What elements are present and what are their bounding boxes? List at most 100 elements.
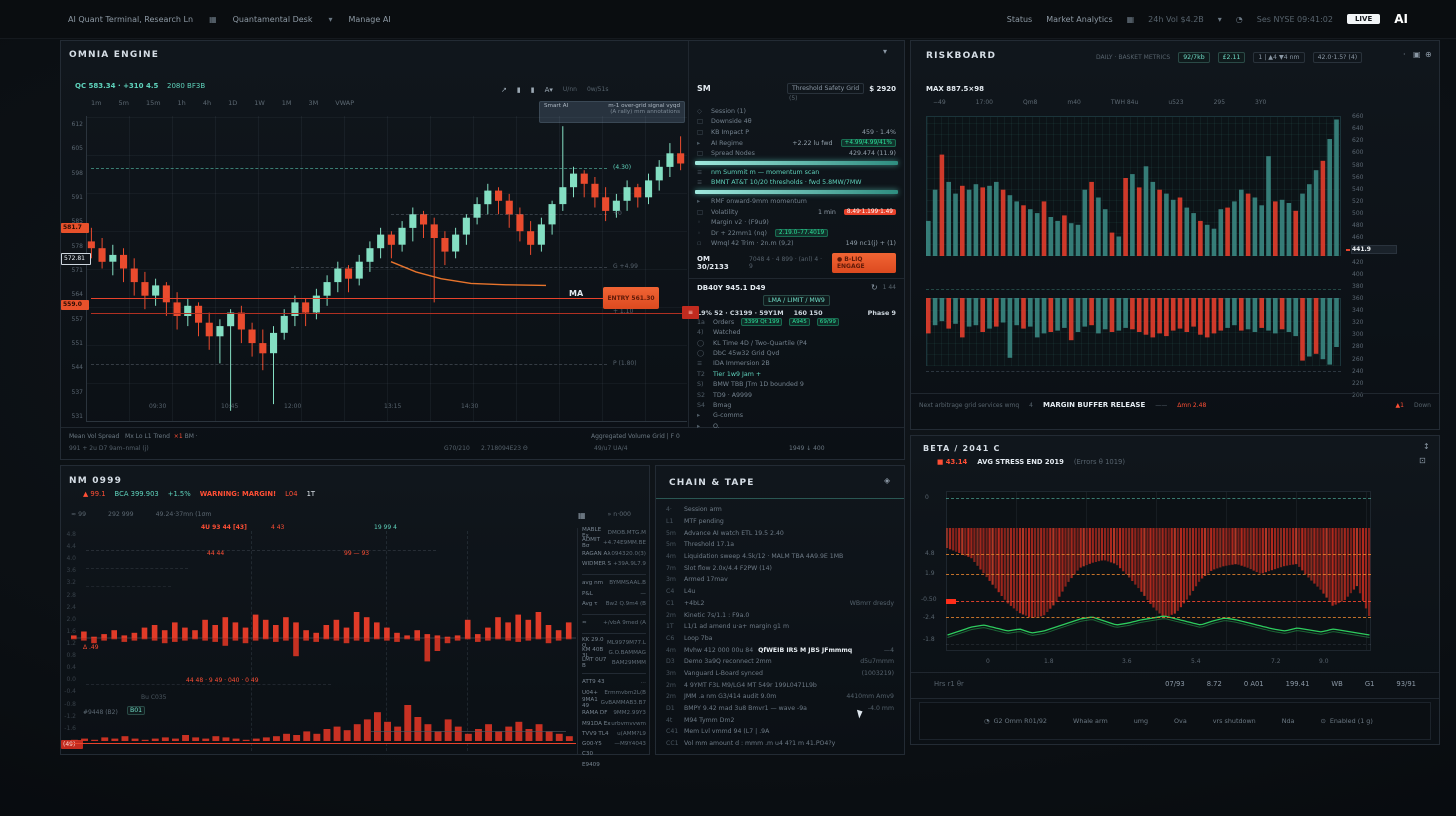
log-row[interactable]: 1T L1/1 ad amend u·a+ margin g1 m: [666, 621, 894, 633]
tool-stat[interactable]: ≈ 99: [71, 511, 86, 520]
log-row[interactable]: 5m Threshold 17.1a: [666, 539, 894, 551]
order-row[interactable]: [695, 190, 898, 194]
status-item[interactable]: Nda: [1282, 717, 1295, 725]
log-row[interactable]: 7m Slot flow 2.0x/4.4 F2PW (14): [666, 562, 894, 574]
column-tab[interactable]: 17:00: [976, 99, 993, 106]
log-row[interactable]: 2m JMM .a nm G3/414 audit 9.0m 4410mm Am…: [666, 691, 894, 703]
entry-order-button[interactable]: ENTRY 561.30: [603, 287, 659, 309]
order-row[interactable]: ◇ Session (1): [689, 106, 904, 117]
zoom-stat[interactable]: » n·000: [608, 511, 631, 520]
position-row[interactable]: ▸ O.: [689, 421, 904, 431]
status-item[interactable]: ◔ G2 Omm R01/92: [984, 717, 1047, 725]
timeframe-button[interactable]: 4h: [203, 99, 211, 107]
calendar-icon[interactable]: ▦: [578, 511, 586, 520]
position-row[interactable]: ≡ IDA Immersion 2B: [689, 359, 904, 369]
status-item[interactable]: Ova: [1174, 717, 1187, 725]
order-row[interactable]: ≡ nm Summit m — momentum scan: [689, 167, 904, 178]
log-row[interactable]: 3m Armed 17mav: [666, 574, 894, 586]
log-row[interactable]: CC1 Vol mm amount d : mmm .m u4 4?1 m 41…: [666, 738, 894, 750]
timeframe-button[interactable]: 1M: [282, 99, 292, 107]
menu-item-terminal[interactable]: AI Quant Terminal, Research Ln: [68, 15, 193, 24]
position-row[interactable]: S4 Bmag: [689, 400, 904, 410]
position-row[interactable]: S) BMW TBB JTm 1D bounded 9: [689, 379, 904, 389]
threshold-button[interactable]: Threshold Safety Grid: [787, 83, 864, 94]
position-row[interactable]: T2 Tier 1w9 Jam +: [689, 369, 904, 379]
column-tab[interactable]: 3Y0: [1255, 99, 1266, 106]
log-row[interactable]: C1 +4bL2 WBmrr dresdy: [666, 598, 894, 610]
order-row[interactable]: ▸ AI Regime +2.22 lu fwd +4.99/4.99/41%: [689, 138, 904, 149]
timeframe-button[interactable]: 1W: [254, 99, 265, 107]
log-row[interactable]: 2m 4 9YMT F3L M9/LG4 MT 549r 199L0471L9b: [666, 679, 894, 691]
status-item[interactable]: umg: [1134, 717, 1148, 725]
dot-icon[interactable]: ·: [1403, 50, 1406, 59]
log-row[interactable]: 4m Mvhw 412 000 00u 84 QfWEIB IRS M JBS …: [666, 644, 894, 656]
refresh-icon[interactable]: ↻: [871, 283, 878, 292]
order-row[interactable]: ◦ Margin v2 · (F9u9): [689, 217, 904, 228]
order-row[interactable]: ▫ Wmql 42 Trim · 2n.m (9,2) 149 nc1(j) +…: [689, 239, 904, 250]
sell-box[interactable]: 92/7kb: [1178, 52, 1209, 63]
order-row[interactable]: □ Volatility 1 min 8.49·1.199·1.49: [689, 207, 904, 218]
signal-box[interactable]: 1 | ▲4 ▼4 nm: [1253, 52, 1304, 63]
chevron-down-icon[interactable]: ▾: [1218, 15, 1222, 24]
position-row[interactable]: 1a Orders 3399 Qt 199 A945 69/99: [689, 317, 904, 327]
log-row[interactable]: L1 MTF pending: [666, 516, 894, 528]
column-tab[interactable]: TWH 84u: [1111, 99, 1138, 106]
timeframe-button[interactable]: 3M: [309, 99, 319, 107]
status-item[interactable]: Whale arm: [1073, 717, 1108, 725]
collapse-icon[interactable]: ▾: [883, 47, 887, 56]
column-tab[interactable]: 295: [1214, 99, 1225, 106]
order-row[interactable]: [695, 161, 898, 165]
tool-stat[interactable]: 49.24·37mn (1σm: [156, 511, 212, 520]
log-row[interactable]: C6 Loop 7ba: [666, 633, 894, 645]
analytics-link[interactable]: Market Analytics: [1046, 15, 1112, 24]
timeframe-button[interactable]: 1m: [91, 99, 101, 107]
status-item[interactable]: ⊙ Enabled (1 g): [1320, 717, 1372, 725]
draw-icon[interactable]: ↗: [501, 86, 507, 94]
timeframe-button[interactable]: 5m: [118, 99, 128, 107]
position-row[interactable]: S2 TD9 · A9999: [689, 390, 904, 400]
apps-icon[interactable]: ▦: [209, 15, 217, 24]
timeframe-button[interactable]: 1D: [228, 99, 237, 107]
position-row[interactable]: ◯ KL Time 4D / Two-Quartile (P4: [689, 338, 904, 348]
log-row[interactable]: 2m Kinetic 7s/1.1 : F9a.0: [666, 609, 894, 621]
mode-pill[interactable]: LMA / LIMIT / MW9: [763, 295, 830, 306]
expand-icon[interactable]: ⊡: [1419, 456, 1426, 465]
log-row[interactable]: 5m Advance AI watch ETL 19.5 2.40: [666, 527, 894, 539]
range-box[interactable]: 42.0·1.5? (4): [1313, 52, 1363, 63]
status-link[interactable]: Status: [1007, 15, 1033, 24]
timeframe-button[interactable]: 1h: [178, 99, 186, 107]
position-row[interactable]: ◯ DbC 45w32 Grid Qvd: [689, 348, 904, 358]
bars-icon[interactable]: ▮: [517, 86, 521, 94]
buy-box[interactable]: £2.11: [1218, 52, 1246, 63]
stop-line[interactable]: [91, 313, 683, 314]
order-row[interactable]: ≡ BMNT AT&T 10/20 thresholds · fwd 5.8MW…: [689, 178, 904, 189]
order-row[interactable]: □ KB Impact P 459 · 1.4%: [689, 127, 904, 138]
log-row[interactable]: 4m Liquidation sweep 4.5k/12 · MALM TBA …: [666, 551, 894, 563]
sort-icon[interactable]: ↕: [1423, 442, 1430, 451]
tool-stat[interactable]: 292 999: [108, 511, 134, 520]
entry-line[interactable]: [91, 298, 603, 299]
panel-icon[interactable]: ▣: [1413, 50, 1421, 59]
column-tab[interactable]: Qm8: [1023, 99, 1037, 106]
timeframe-button[interactable]: VWAP: [335, 99, 354, 107]
log-row[interactable]: 4· Session arm: [666, 504, 894, 516]
timeframe-button[interactable]: 15m: [146, 99, 161, 107]
log-row[interactable]: 3m Vanguard L-Board synced (1003219): [666, 668, 894, 680]
status-item[interactable]: vrs shutdown: [1213, 717, 1256, 725]
menu-item-manage[interactable]: Manage AI: [349, 15, 391, 24]
order-row[interactable]: ▸ RMF onward-9mm momentum: [689, 196, 904, 207]
live-badge[interactable]: LIVE: [1347, 14, 1380, 24]
log-row[interactable]: C4 L4u: [666, 586, 894, 598]
log-row[interactable]: D3 Demo 3a9Q reconnect 2mm d5u7mmm: [666, 656, 894, 668]
column-tab[interactable]: m40: [1067, 99, 1080, 106]
position-row[interactable]: 4) Watched: [689, 328, 904, 338]
menu-item-desk[interactable]: Quantamental Desk: [233, 15, 313, 24]
bars-icon[interactable]: ▮: [531, 86, 535, 94]
alert-tag[interactable]: ≡: [682, 306, 699, 319]
column-tab[interactable]: −49: [933, 99, 946, 106]
globe-icon[interactable]: ⊕: [1425, 50, 1432, 59]
shield-icon[interactable]: ◈: [884, 476, 890, 485]
column-tab[interactable]: u523: [1168, 99, 1183, 106]
annotate-icon[interactable]: A▾: [545, 86, 553, 94]
position-row[interactable]: ▸ G-comms: [689, 411, 904, 421]
